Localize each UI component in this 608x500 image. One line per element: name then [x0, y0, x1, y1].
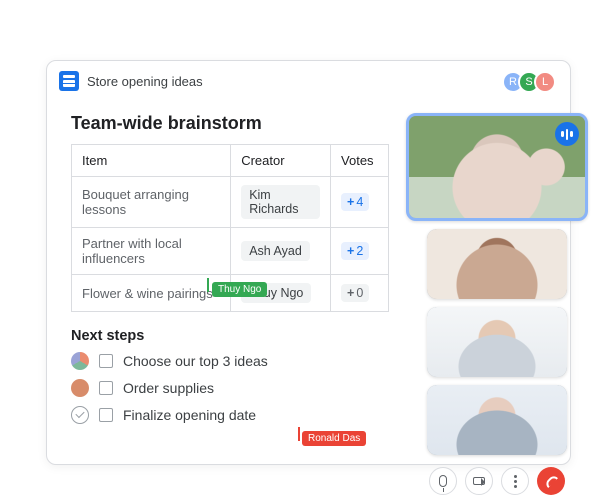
collaborator-cursor-tag: Thuy Ngo: [212, 282, 267, 297]
person-avatar-icon: [71, 379, 89, 397]
plus-icon: +: [347, 286, 354, 300]
cell-item[interactable]: Partner with local influencers: [72, 228, 231, 275]
avatar-initial: R: [509, 76, 517, 88]
meet-controls: [406, 467, 588, 495]
plus-icon: +: [347, 244, 354, 258]
camera-icon: [473, 477, 485, 485]
hangup-button[interactable]: [537, 467, 565, 495]
phone-hangup-icon: [544, 474, 558, 488]
checkbox[interactable]: [99, 408, 113, 422]
vote-button[interactable]: + 2: [341, 242, 369, 260]
cell-creator[interactable]: Ash Ayad: [231, 228, 331, 275]
mic-icon: [439, 475, 447, 487]
google-docs-icon: [59, 71, 79, 91]
meet-video-panel: [406, 113, 588, 495]
collaborator-cursor: [298, 427, 300, 441]
mic-button[interactable]: [429, 467, 457, 495]
video-tile-active[interactable]: [406, 113, 588, 221]
cell-item[interactable]: Bouquet arranging lessons: [72, 177, 231, 228]
document-window: Store opening ideas R S L Team-wide brai…: [46, 60, 571, 465]
group-avatar-icon: [71, 352, 89, 370]
titlebar: Store opening ideas R S L: [47, 61, 570, 101]
assignee-icon: [71, 352, 89, 370]
checkbox[interactable]: [99, 381, 113, 395]
vote-count: 2: [356, 244, 363, 258]
video-placeholder-icon: [427, 229, 567, 299]
table-row: Bouquet arranging lessons Kim Richards +…: [72, 177, 389, 228]
checkbox[interactable]: [99, 354, 113, 368]
camera-button[interactable]: [465, 467, 493, 495]
avatar-initial: S: [525, 76, 532, 88]
plus-icon: +: [347, 195, 354, 209]
video-tile[interactable]: [427, 385, 567, 455]
assignee-icon: [71, 379, 89, 397]
video-placeholder-icon: [427, 307, 567, 377]
avatar[interactable]: L: [534, 71, 556, 93]
creator-chip[interactable]: Ash Ayad: [241, 241, 310, 261]
vote-count: 4: [356, 195, 363, 209]
collaborator-avatars: R S L: [508, 71, 556, 93]
cell-votes[interactable]: + 2: [331, 228, 389, 275]
video-tile[interactable]: [427, 307, 567, 377]
video-tile[interactable]: [427, 229, 567, 299]
creator-chip[interactable]: Kim Richards: [241, 185, 320, 219]
assignee-icon: [71, 406, 89, 424]
vote-button[interactable]: + 0: [341, 284, 369, 302]
vote-count: 0: [356, 286, 363, 300]
more-options-button[interactable]: [501, 467, 529, 495]
step-text[interactable]: Order supplies: [123, 380, 214, 396]
table-row: Partner with local influencers Ash Ayad …: [72, 228, 389, 275]
cell-votes[interactable]: + 4: [331, 177, 389, 228]
cell-votes[interactable]: + 0: [331, 275, 389, 312]
document-title[interactable]: Store opening ideas: [87, 74, 203, 89]
cell-creator[interactable]: Kim Richards: [231, 177, 331, 228]
speaking-indicator-icon: [555, 122, 579, 146]
collaborator-cursor: [207, 278, 209, 292]
vote-button[interactable]: + 4: [341, 193, 369, 211]
video-placeholder-icon: [427, 385, 567, 455]
step-text[interactable]: Choose our top 3 ideas: [123, 353, 268, 369]
step-text[interactable]: Finalize opening date: [123, 407, 256, 423]
col-item: Item: [72, 145, 231, 177]
avatar-initial: L: [542, 76, 548, 88]
check-circle-icon: [71, 406, 89, 424]
col-creator: Creator: [231, 145, 331, 177]
more-vertical-icon: [514, 480, 517, 483]
col-votes: Votes: [331, 145, 389, 177]
collaborator-cursor-tag: Ronald Das: [302, 431, 366, 446]
